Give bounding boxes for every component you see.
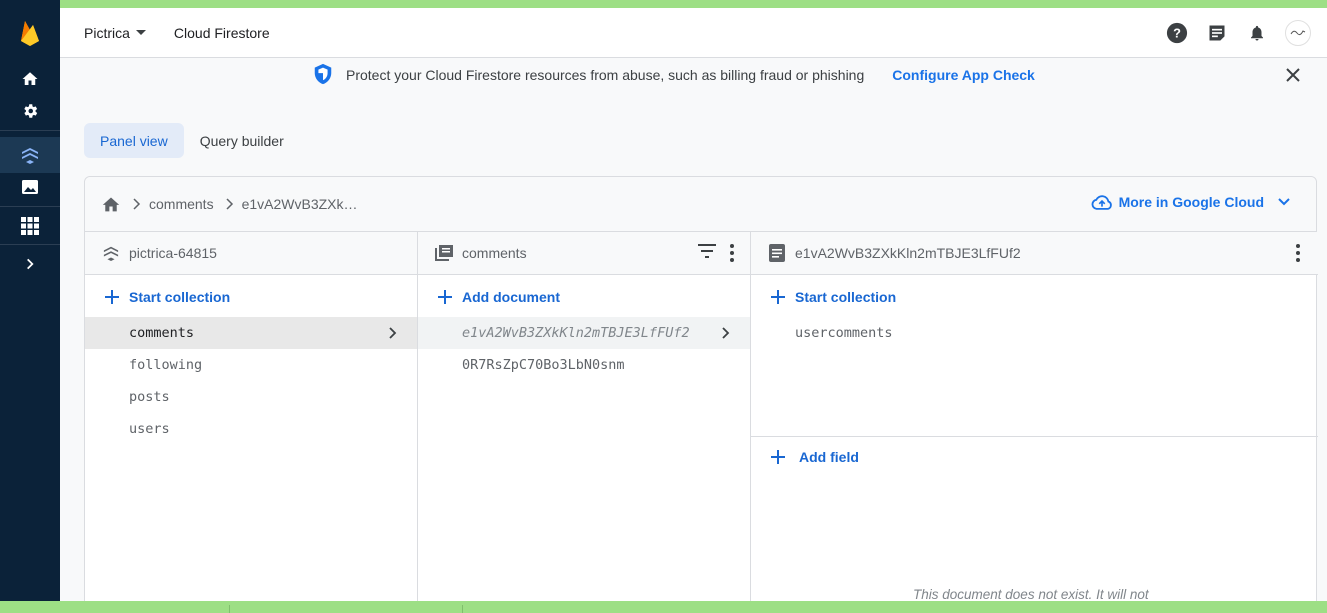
collection-name: following bbox=[129, 357, 203, 373]
cloud-icon bbox=[1091, 195, 1112, 210]
plus-icon bbox=[769, 448, 787, 466]
root-column-header: pictrica-64815 bbox=[85, 232, 417, 275]
firebase-logo-icon[interactable] bbox=[0, 18, 60, 48]
chevron-right-icon bbox=[385, 325, 401, 341]
more-in-google-cloud-button[interactable]: More in Google Cloud bbox=[1091, 194, 1290, 210]
notifications-bell-icon[interactable] bbox=[1245, 21, 1269, 45]
help-icon[interactable]: ? bbox=[1165, 21, 1189, 45]
chevron-down-icon bbox=[1278, 198, 1290, 206]
add-field-button[interactable]: Add field bbox=[751, 445, 859, 469]
subcollection-name: usercomments bbox=[795, 325, 893, 341]
top-stripe bbox=[0, 0, 1327, 8]
app-check-banner: Protect your Cloud Firestore resources f… bbox=[312, 63, 1035, 88]
document-item[interactable]: 0R7RsZpC70Bo3LbN0snm bbox=[418, 349, 750, 381]
document-column-title: e1vA2WvB3ZXkKln2mTBJE3LfFUf2 bbox=[795, 245, 1021, 261]
start-subcollection-button[interactable]: Start collection bbox=[751, 285, 896, 309]
collection-name: posts bbox=[129, 389, 170, 405]
home-icon[interactable] bbox=[0, 64, 60, 94]
svg-text:?: ? bbox=[1173, 26, 1181, 41]
collection-column-title: comments bbox=[462, 245, 527, 261]
document-item-selected[interactable]: e1vA2WvB3ZXkKln2mTBJE3LfFUf2 bbox=[418, 317, 750, 349]
collection-name: comments bbox=[129, 325, 195, 341]
collection-item-users[interactable]: users bbox=[85, 413, 417, 445]
tab-panel-view[interactable]: Panel view bbox=[84, 123, 184, 158]
document-id: 0R7RsZpC70Bo3LbN0snm bbox=[462, 357, 625, 373]
collection-list: comments following posts users bbox=[85, 317, 417, 445]
more-vert-icon[interactable] bbox=[730, 244, 734, 267]
collection-column: comments Add document e1vA2WvB3ZXkKln2mT… bbox=[418, 232, 751, 613]
collection-item-comments[interactable]: comments bbox=[85, 317, 417, 349]
bottom-stripe bbox=[0, 601, 1327, 613]
banner-message: Protect your Cloud Firestore resources f… bbox=[346, 67, 865, 83]
release-notes-icon[interactable] bbox=[1205, 21, 1229, 45]
filter-icon[interactable] bbox=[698, 244, 716, 263]
chevron-right-icon bbox=[718, 325, 734, 341]
document-list: e1vA2WvB3ZXkKln2mTBJE3LfFUf2 0R7RsZpC70B… bbox=[418, 317, 750, 381]
side-rail bbox=[0, 0, 60, 601]
breadcrumb: comments e1vA2WvB3ZXk… More in Google Cl… bbox=[85, 177, 1316, 232]
add-document-label: Add document bbox=[462, 289, 560, 305]
storage-image-icon[interactable] bbox=[0, 172, 60, 202]
add-document-button[interactable]: Add document bbox=[418, 285, 560, 309]
project-name: Pictrica bbox=[84, 24, 130, 41]
subcollection-item-usercomments[interactable]: usercomments bbox=[751, 317, 1318, 349]
subcollection-list: usercomments bbox=[751, 317, 1318, 349]
breadcrumb-item-document[interactable]: e1vA2WvB3ZXk… bbox=[242, 196, 358, 212]
document-not-exist-note: This document does not exist. It will no… bbox=[913, 587, 1149, 602]
breadcrumb-home-icon[interactable] bbox=[101, 195, 121, 213]
add-field-label: Add field bbox=[799, 449, 859, 465]
configure-app-check-link[interactable]: Configure App Check bbox=[892, 67, 1035, 83]
more-in-google-cloud-label: More in Google Cloud bbox=[1118, 194, 1264, 210]
settings-gear-icon[interactable] bbox=[0, 96, 60, 126]
rail-divider bbox=[0, 130, 60, 131]
view-tabs: Panel view Query builder bbox=[84, 123, 300, 158]
account-avatar[interactable] bbox=[1285, 20, 1311, 46]
close-icon[interactable] bbox=[1282, 64, 1304, 86]
firestore-database-icon bbox=[101, 243, 121, 263]
document-icon bbox=[767, 243, 787, 263]
start-collection-label: Start collection bbox=[129, 289, 231, 305]
rail-divider bbox=[0, 206, 60, 207]
start-collection-button[interactable]: Start collection bbox=[85, 285, 230, 309]
plus-icon bbox=[769, 288, 787, 306]
product-name: Cloud Firestore bbox=[173, 24, 270, 41]
plus-icon bbox=[436, 288, 454, 306]
more-vert-icon[interactable] bbox=[1296, 244, 1300, 267]
stripe-tick bbox=[462, 605, 463, 613]
project-selector[interactable]: Pictrica bbox=[84, 25, 146, 41]
collection-column-header: comments bbox=[418, 232, 750, 275]
breadcrumb-item-comments[interactable]: comments bbox=[149, 196, 214, 212]
chevron-right-icon bbox=[226, 198, 234, 210]
all-products-grid-icon[interactable] bbox=[0, 211, 60, 241]
rail-divider bbox=[0, 244, 60, 245]
collection-item-following[interactable]: following bbox=[85, 349, 417, 381]
top-app-bar: Pictrica Cloud Firestore ? bbox=[60, 8, 1327, 58]
tab-query-builder[interactable]: Query builder bbox=[184, 123, 300, 158]
plus-icon bbox=[103, 288, 121, 306]
stripe-tick bbox=[229, 605, 230, 613]
collection-name: users bbox=[129, 421, 170, 437]
dropdown-arrow-icon bbox=[135, 29, 146, 35]
shield-icon bbox=[312, 63, 334, 88]
root-column-title: pictrica-64815 bbox=[129, 245, 217, 261]
fields-divider bbox=[751, 436, 1318, 437]
document-column-header: e1vA2WvB3ZXkKln2mTBJE3LfFUf2 bbox=[751, 232, 1318, 275]
data-panel-card: comments e1vA2WvB3ZXk… More in Google Cl… bbox=[84, 176, 1318, 613]
root-column: pictrica-64815 Start collection comments… bbox=[85, 232, 418, 613]
expand-chevron-icon[interactable] bbox=[0, 249, 60, 279]
start-subcollection-label: Start collection bbox=[795, 289, 897, 305]
chevron-right-icon bbox=[133, 198, 141, 210]
document-column: e1vA2WvB3ZXkKln2mTBJE3LfFUf2 Start colle… bbox=[751, 232, 1318, 613]
document-id: e1vA2WvB3ZXkKln2mTBJE3LfFUf2 bbox=[462, 325, 690, 341]
collection-item-posts[interactable]: posts bbox=[85, 381, 417, 413]
collection-icon bbox=[434, 243, 454, 263]
firestore-icon[interactable] bbox=[0, 140, 60, 170]
